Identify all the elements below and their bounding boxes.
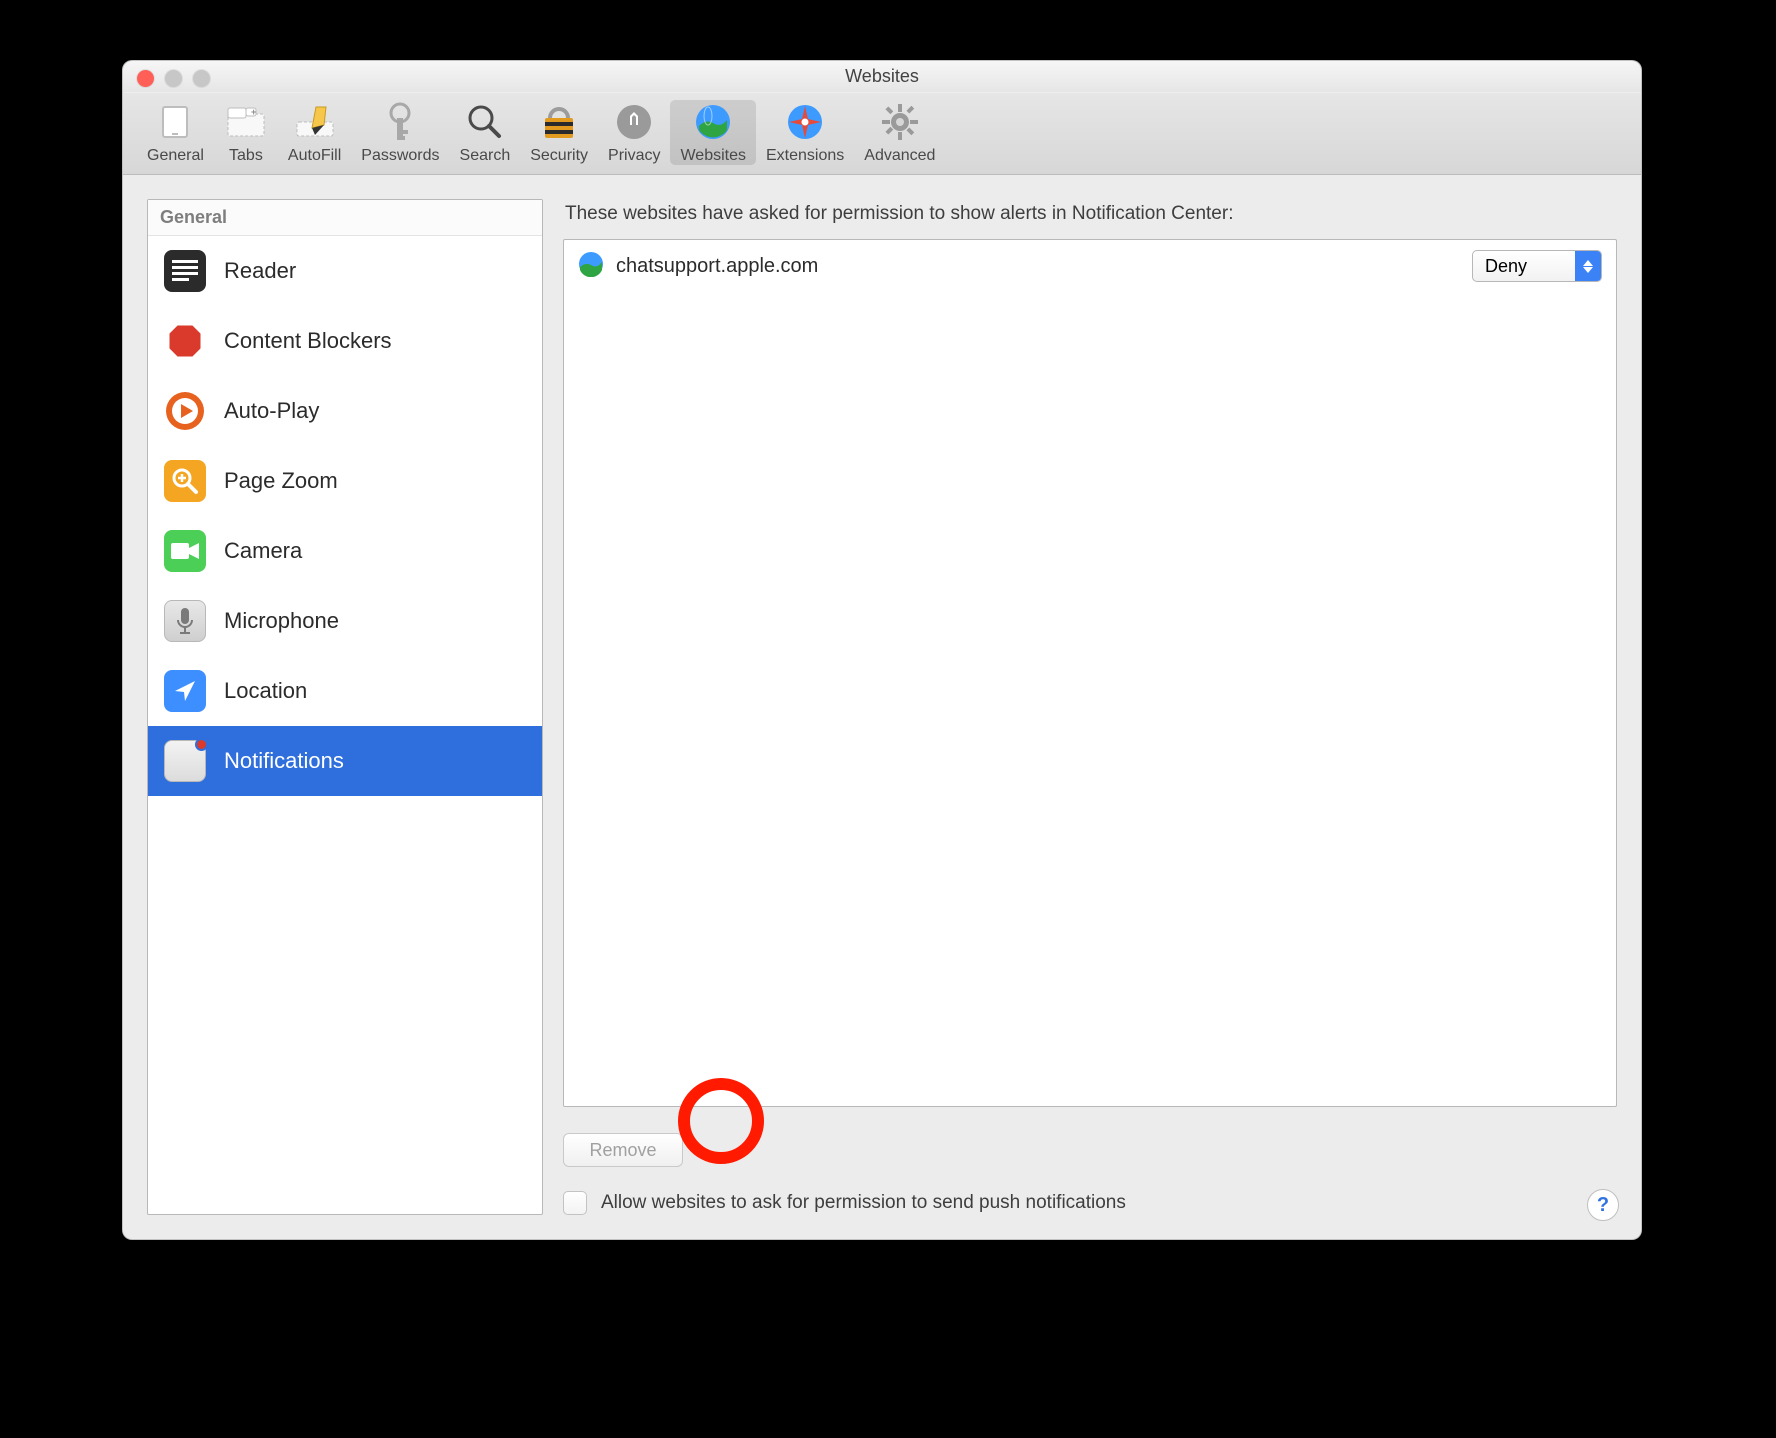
remove-button[interactable]: Remove [563,1133,683,1167]
sidebar-item-camera[interactable]: Camera [148,516,542,586]
tab-websites[interactable]: Websites [670,100,756,165]
sidebar-item-auto-play[interactable]: Auto-Play [148,376,542,446]
tab-label: AutoFill [288,147,341,165]
sidebar-item-content-blockers[interactable]: Content Blockers [148,306,542,376]
tab-label: Passwords [361,147,439,165]
preferences-window: Websites General + Tabs [122,60,1642,1240]
tab-label: General [147,147,204,165]
remove-label: Remove [589,1140,656,1161]
select-arrows-icon [1575,251,1601,281]
tab-extensions[interactable]: Extensions [756,100,854,165]
tab-search[interactable]: Search [450,100,521,165]
sidebar-item-label: Notifications [224,748,344,774]
tab-label: Advanced [864,147,935,165]
sidebar-item-label: Auto-Play [224,398,319,424]
main-caption: These websites have asked for permission… [565,203,1615,225]
sidebar-item-label: Reader [224,258,296,284]
svg-text:+: + [251,107,256,117]
body: General Reader Content Blockers Auto-Pla… [123,175,1641,1239]
general-icon [153,100,197,144]
content-blockers-icon [164,320,206,362]
passwords-icon [378,100,422,144]
sidebar-item-notifications[interactable]: Notifications [148,726,542,796]
site-row[interactable]: chatsupport.apple.com Deny [570,246,1610,286]
tab-tabs[interactable]: + Tabs [214,100,278,165]
zoom-button[interactable] [193,70,210,87]
window-title: Websites [845,66,919,87]
close-button[interactable] [137,70,154,87]
titlebar: Websites [123,61,1641,93]
tab-advanced[interactable]: Advanced [854,100,945,165]
microphone-icon [164,600,206,642]
tab-passwords[interactable]: Passwords [351,100,449,165]
permission-value: Deny [1485,256,1527,277]
sidebar-item-label: Page Zoom [224,468,338,494]
sidebar-item-label: Content Blockers [224,328,392,354]
tab-general[interactable]: General [137,100,214,165]
site-domain: chatsupport.apple.com [616,255,1460,278]
tab-label: Privacy [608,147,660,165]
reader-icon [164,250,206,292]
main-panel: These websites have asked for permission… [563,199,1617,1215]
tab-label: Search [460,147,511,165]
notifications-badge-dot [195,738,208,751]
sidebar-item-label: Camera [224,538,302,564]
tab-label: Extensions [766,147,844,165]
globe-icon [578,251,604,282]
sidebar: General Reader Content Blockers Auto-Pla… [147,199,543,1215]
camera-icon [164,530,206,572]
tabs-icon: + [224,100,268,144]
toolbar: General + Tabs AutoFill [123,93,1641,175]
sidebar-item-label: Microphone [224,608,339,634]
autofill-icon [293,100,337,144]
sidebar-header: General [148,200,542,236]
minimize-button[interactable] [165,70,182,87]
tab-privacy[interactable]: Privacy [598,100,670,165]
tab-security[interactable]: Security [520,100,598,165]
page-zoom-icon [164,460,206,502]
security-icon [537,100,581,144]
site-list: chatsupport.apple.com Deny [563,239,1617,1107]
privacy-icon [612,100,656,144]
websites-icon [691,100,735,144]
allow-checkbox[interactable] [563,1191,587,1215]
auto-play-icon [164,390,206,432]
tab-autofill[interactable]: AutoFill [278,100,351,165]
sidebar-item-page-zoom[interactable]: Page Zoom [148,446,542,516]
tab-label: Security [530,147,588,165]
search-icon [463,100,507,144]
permission-select[interactable]: Deny [1472,250,1602,282]
sidebar-item-label: Location [224,678,307,704]
location-icon [164,670,206,712]
sidebar-item-microphone[interactable]: Microphone [148,586,542,656]
help-button[interactable]: ? [1587,1189,1619,1221]
allow-label: Allow websites to ask for permission to … [601,1192,1126,1214]
tab-label: Websites [680,147,746,165]
tab-label: Tabs [229,147,263,165]
help-label: ? [1597,1194,1609,1217]
extensions-icon [783,100,827,144]
traffic-lights [137,70,210,87]
allow-row: Allow websites to ask for permission to … [563,1191,1617,1215]
advanced-icon [878,100,922,144]
sidebar-item-reader[interactable]: Reader [148,236,542,306]
notifications-icon [164,740,206,782]
sidebar-item-location[interactable]: Location [148,656,542,726]
